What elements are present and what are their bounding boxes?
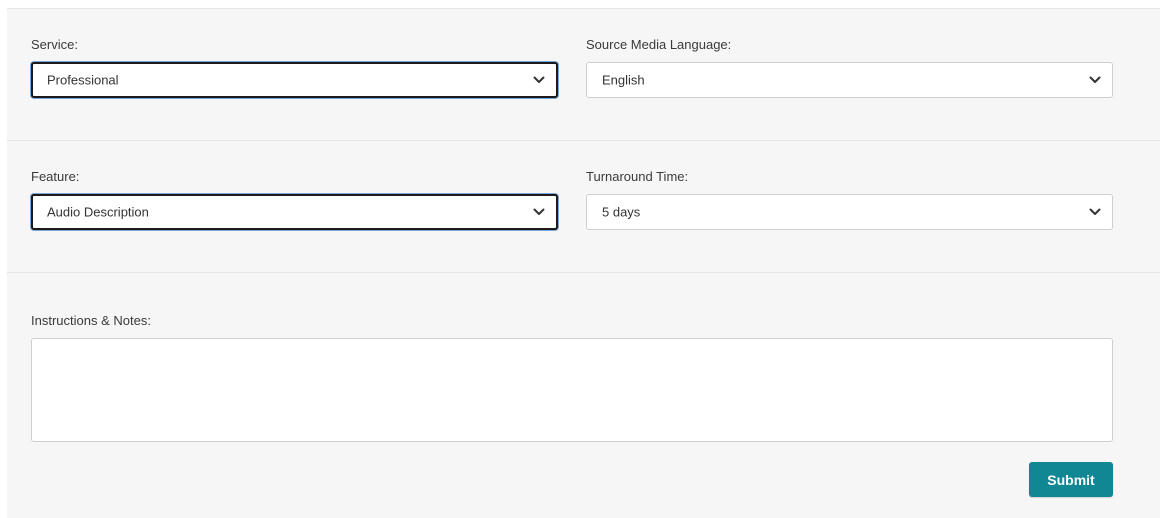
section-divider [7,140,1160,141]
feature-select-value: Audio Description [47,204,149,220]
source-language-select-value: English [602,72,645,88]
turnaround-label: Turnaround Time: [586,169,689,184]
feature-select[interactable]: Audio Description [31,194,558,230]
service-select[interactable]: Professional [31,62,558,98]
notes-label: Instructions & Notes: [31,313,151,328]
turnaround-select-value: 5 days [602,204,641,220]
chevron-down-icon [533,76,545,83]
service-label: Service: [31,37,78,52]
chevron-down-icon [533,208,545,215]
chevron-down-icon [1089,208,1101,215]
chevron-down-icon [1089,76,1101,83]
feature-label: Feature: [31,169,80,184]
turnaround-select[interactable]: 5 days [586,194,1113,230]
order-form-panel: Service: Professional Source Media Langu… [7,8,1160,518]
section-divider [7,272,1160,273]
source-language-label: Source Media Language: [586,37,732,52]
source-language-select[interactable]: English [586,62,1113,98]
submit-button[interactable]: Submit [1029,462,1113,497]
service-select-value: Professional [47,72,119,88]
notes-textarea[interactable] [31,338,1113,442]
